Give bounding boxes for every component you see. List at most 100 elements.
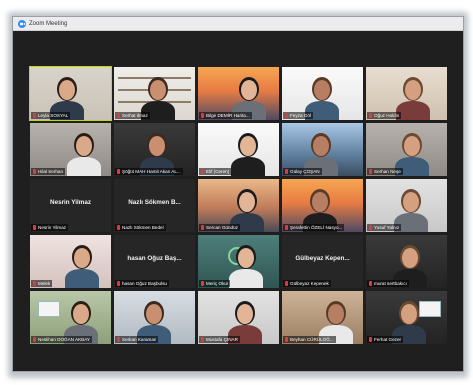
participant-name-bar: Mustafa ÇINAR [199, 336, 240, 343]
participant-tile[interactable]: Mustafa ÇINAR [198, 291, 279, 344]
participant-name-bar: Oğuz Holdin [367, 112, 402, 119]
participant-name-bar: Elif (Ceren) [199, 168, 232, 175]
muted-mic-icon [285, 169, 288, 174]
participant-name: Şerafettin ÖZELİ Nasyo... [290, 225, 343, 230]
muted-mic-icon [117, 225, 120, 230]
muted-mic-icon [117, 281, 120, 286]
participant-tile[interactable]: Leyla SOSYAL [29, 66, 112, 121]
participant-name: Sercan Gündüz [206, 225, 238, 230]
participant-face [149, 136, 165, 156]
participant-tile[interactable]: Gülay ÇOŞAN [282, 123, 363, 176]
participant-name: Serhan Neşe [374, 169, 401, 174]
participant-name: Feyza Göl [290, 113, 311, 118]
participant-center-name: Gülbeyaz Kepen... [295, 255, 350, 262]
participant-tile[interactable]: Gülbeyaz Kepen... Gülbeyaz Kepenek [282, 235, 363, 288]
participant-name: Nazlı Sökmen Bedel [122, 225, 164, 230]
participant-name: Oğuz Holdin [374, 113, 400, 118]
participant-name: Beyhan CÜRÜLOĞ... [290, 337, 334, 342]
muted-mic-icon [369, 113, 372, 118]
participant-tile[interactable]: hasan Oğuz Baş... hasan Oğuz Başbulsu [114, 235, 195, 288]
participant-name: Meriç Okur [206, 281, 229, 286]
participant-tile[interactable]: Nesrin Yilmaz Nesrin Yilmaz [30, 179, 111, 232]
participant-face [59, 80, 75, 100]
participant-name: Hilal Serhan [38, 169, 64, 174]
participant-name-bar: Leyla SOSYAL [31, 112, 71, 119]
participant-face [150, 80, 166, 100]
participant-tile[interactable]: Elif (Ceren) [198, 123, 279, 176]
participant-face [401, 304, 417, 324]
participant-name: Bilge DEMİR Harita... [206, 113, 250, 118]
muted-mic-icon [285, 337, 288, 342]
participant-name-bar: Şöğüt MAH Hamit Akan AL... [115, 168, 183, 175]
participant-name-bar: Hilal Serhan [31, 168, 66, 175]
participant-tile[interactable]: Şerafettin ÖZELİ Nasyo... [282, 179, 363, 232]
participant-face [146, 304, 162, 324]
participant-name-bar: Gülbeyaz Kepenek [283, 280, 331, 287]
muted-mic-icon [369, 281, 372, 286]
muted-mic-icon [117, 337, 120, 342]
muted-mic-icon [285, 113, 288, 118]
zoom-meeting-window: Zoom Meeting Leyla SOSYAL Serhat Ilmaz Bil… [12, 16, 464, 372]
participant-tile[interactable]: Serhat Ilmaz [114, 67, 195, 120]
participant-center-name: Nesrin Yilmaz [50, 199, 91, 206]
participant-name: hasan Oğuz Başbulsu [122, 281, 167, 286]
participant-tile[interactable]: Serkan Karaman [114, 291, 195, 344]
participant-body [229, 269, 263, 288]
participant-name: Mustafa ÇINAR [206, 337, 238, 342]
participant-face [238, 248, 254, 268]
participant-face [241, 80, 257, 100]
gallery-view-grid: Leyla SOSYAL Serhat Ilmaz Bilge DEMİR Hari… [29, 66, 447, 344]
participant-face [239, 192, 255, 212]
participant-face [405, 80, 421, 100]
participant-name-bar: Ferhat Gezer [367, 336, 404, 343]
participant-name-bar: Yusuf Yalnız [367, 224, 402, 231]
participant-tile[interactable]: Hilal Serhan [30, 123, 111, 176]
participant-name-bar: Nesrin Yilmaz [31, 224, 69, 231]
participant-tile[interactable]: Serhan Neşe [366, 123, 447, 176]
muted-mic-icon [369, 225, 372, 230]
wall-sign [419, 301, 441, 317]
muted-mic-icon [201, 225, 204, 230]
participant-body [231, 157, 265, 176]
participant-name-bar: Neslihan DOĞAN AKBAY [31, 336, 92, 343]
participant-tile[interactable]: Nazlı Sökmen B... Nazlı Sökmen Bedel [114, 179, 195, 232]
participant-body [67, 157, 101, 176]
participant-tile[interactable]: Ferhat Gezer [366, 291, 447, 344]
participant-name-bar: Meriç Okur [199, 280, 231, 287]
participant-face [403, 192, 419, 212]
participant-tile[interactable]: Yusuf Yalnız [366, 179, 447, 232]
muted-mic-icon [117, 169, 120, 174]
participant-tile[interactable]: Bilge DEMİR Harita... [198, 67, 279, 120]
participant-tile[interactable]: Neslihan DOĞAN AKBAY [30, 291, 111, 344]
window-titlebar[interactable]: Zoom Meeting [13, 17, 463, 31]
participant-tile[interactable]: Meriç Okur [198, 235, 279, 288]
participant-tile[interactable]: Sercan Gündüz [198, 179, 279, 232]
participant-face [76, 136, 92, 156]
participant-tile[interactable]: murat sertbakıcı [366, 235, 447, 288]
participant-name-bar: Nazlı Sökmen Bedel [115, 224, 166, 231]
muted-mic-icon [369, 337, 372, 342]
participant-tile[interactable]: Oğuz Holdin [366, 67, 447, 120]
participant-tile[interactable]: Beyhan CÜRÜLOĞ... [282, 291, 363, 344]
participant-name: murat sertbakıcı [374, 281, 407, 286]
participant-name: Serkan Karaman [122, 337, 157, 342]
participant-tile[interactable]: Şöğüt MAH Hamit Akan AL... [114, 123, 195, 176]
muted-mic-icon [201, 281, 204, 286]
participant-name-bar: Serhat Ilmaz [115, 112, 150, 119]
participant-name-bar: hasan Oğuz Başbulsu [115, 280, 169, 287]
participant-name: Neslihan DOĞAN AKBAY [38, 337, 90, 342]
participant-name-bar: Gülay ÇOŞAN [283, 168, 322, 175]
participant-name: Serhat Ilmaz [122, 113, 148, 118]
participant-face [240, 136, 256, 156]
participant-face [313, 136, 329, 156]
participant-tile[interactable]: Melek [30, 235, 111, 288]
muted-mic-icon [33, 337, 36, 342]
participant-name-bar: murat sertbakıcı [367, 280, 409, 287]
muted-mic-icon [285, 281, 288, 286]
muted-mic-icon [33, 225, 36, 230]
participant-name: Ferhat Gezer [374, 337, 402, 342]
muted-mic-icon [117, 113, 120, 118]
participant-face [402, 248, 418, 268]
participant-tile[interactable]: Feyza Göl [282, 67, 363, 120]
participant-name: Yusuf Yalnız [374, 225, 400, 230]
